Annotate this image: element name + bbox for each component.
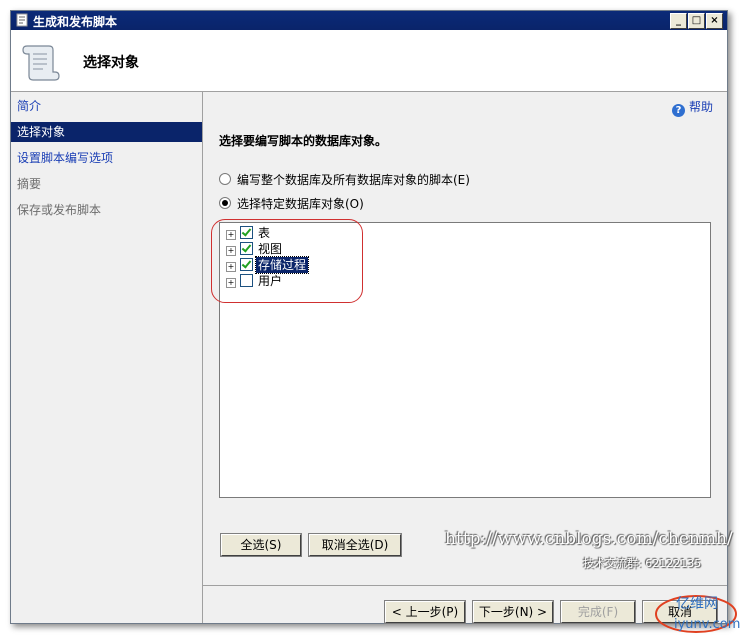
- radio-select-specific-objects[interactable]: 选择特定数据库对象(O): [219, 196, 364, 212]
- minimize-button[interactable]: _: [670, 13, 687, 29]
- wizard-navigation: 简介 选择对象 设置脚本编写选项 摘要 保存或发布脚本: [11, 92, 203, 623]
- radio-script-entire-database[interactable]: 编写整个数据库及所有数据库对象的脚本(E): [219, 172, 470, 188]
- next-button[interactable]: 下一步(N) >: [472, 600, 554, 624]
- help-icon: ?: [671, 104, 685, 117]
- finish-button: 完成(F): [560, 600, 636, 624]
- section-title: 选择要编写脚本的数据库对象。: [219, 134, 388, 148]
- nav-item-summary: 摘要: [17, 177, 42, 191]
- footer-divider: [203, 585, 727, 586]
- watermark-url: http://www.cnblogs.com/chenmh/: [445, 529, 733, 549]
- watermark-qq-group: 技术交流群: 62122135: [583, 557, 702, 570]
- main-panel: ? 帮助 选择要编写脚本的数据库对象。 编写整个数据库及所有数据库对象的脚本(E)…: [203, 92, 733, 624]
- deselect-all-button[interactable]: 取消全选(D): [308, 533, 402, 557]
- nav-item-choose-objects[interactable]: 选择对象: [11, 122, 202, 142]
- annotation-highlight: [211, 219, 363, 303]
- help-link[interactable]: ? 帮助: [671, 98, 713, 117]
- window-title: 生成和发布脚本: [33, 15, 118, 29]
- site-watermark-logo: 亿维网 iyunv.com: [655, 595, 740, 633]
- generate-scripts-window: 生成和发布脚本 _ □ × 选择对象 简介 选择对象 设置脚本编写选项 摘要 保…: [10, 10, 733, 624]
- maximize-button[interactable]: □: [688, 13, 705, 29]
- help-label: 帮助: [688, 100, 713, 114]
- site-watermark-domain: iyunv.com: [674, 617, 740, 632]
- radio-button[interactable]: [219, 173, 231, 185]
- site-watermark-name: 亿维网: [676, 596, 718, 612]
- nav-item-scripting-options[interactable]: 设置脚本编写选项: [11, 148, 202, 168]
- title-bar[interactable]: 生成和发布脚本 _ □ ×: [11, 11, 727, 30]
- nav-item-intro[interactable]: 简介: [11, 96, 202, 116]
- select-all-button[interactable]: 全选(S): [220, 533, 302, 557]
- radio-button-checked[interactable]: [219, 197, 231, 209]
- radio-label: 选择特定数据库对象(O): [237, 197, 364, 211]
- page-header: 选择对象: [11, 30, 727, 92]
- script-scroll-icon: [22, 45, 60, 81]
- close-button[interactable]: ×: [706, 13, 723, 29]
- script-icon: [16, 13, 28, 27]
- radio-label: 编写整个数据库及所有数据库对象的脚本(E): [237, 173, 470, 187]
- previous-button[interactable]: < 上一步(P): [384, 600, 466, 624]
- nav-item-save-or-publish: 保存或发布脚本: [17, 203, 102, 217]
- page-title: 选择对象: [83, 55, 139, 71]
